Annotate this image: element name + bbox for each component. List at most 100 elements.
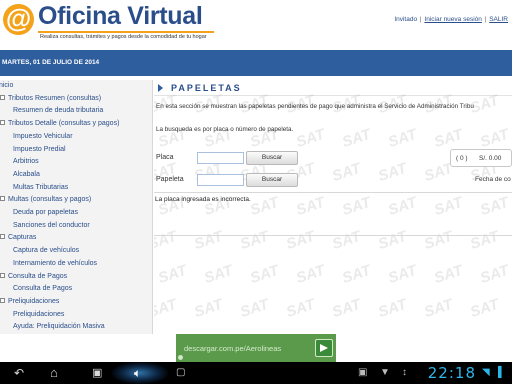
watermark-text: SAT (386, 261, 419, 288)
sidebar-item-label: Alcabala (13, 170, 40, 178)
watermark-text: SAT (284, 295, 317, 322)
sidebar-item-label: Preliquidaciones (13, 310, 65, 318)
sidebar-item[interactable]: Alcabala (13, 171, 40, 178)
watermark-text: SAT (386, 125, 419, 152)
sidebar-item[interactable]: Internamiento de vehículos (13, 260, 97, 267)
browser-viewport: @ Oficina Virtual Realiza consultas, trá… (0, 0, 512, 362)
watermark-text: SAT (468, 295, 501, 322)
tree-expander-icon[interactable] (0, 196, 5, 202)
papeleta-search-button[interactable]: Buscar (246, 173, 298, 187)
watermark-text: SAT (192, 295, 225, 322)
sidebar-item-label: Consulta de Pagos (8, 272, 68, 280)
sidebar-item[interactable]: Sanciones del conductor (13, 222, 90, 229)
papeleta-input[interactable] (197, 174, 244, 186)
watermark-text: SAT (248, 261, 281, 288)
tree-expander-icon[interactable] (0, 272, 5, 278)
site-title[interactable]: Oficina Virtual (38, 2, 203, 31)
home-icon[interactable]: ⌂ (50, 366, 58, 380)
debt-summary-box: ( 0 ) S/. 0.00 (450, 149, 512, 167)
watermark-text: SAT (238, 295, 271, 322)
sidebar-menu: Inicio Tributos Resumen (consultas) Resume… (0, 80, 153, 334)
tree-expander-icon[interactable] (0, 234, 5, 240)
sidebar-item[interactable]: Impuesto Vehicular (13, 133, 73, 140)
sidebar-item-label: Resumen de deuda tributaria (13, 107, 104, 115)
sidebar-item[interactable]: Impuesto Predial (13, 146, 66, 153)
watermark-text: SAT (376, 295, 409, 322)
download-icon: ▼ (380, 367, 390, 378)
placa-input[interactable] (197, 152, 244, 164)
ad-text[interactable]: descargar.com.pe/Aerolineas (184, 344, 281, 353)
screenshot-icon[interactable]: ▢ (176, 366, 185, 380)
papeleta-count: ( 0 ) (456, 155, 468, 162)
site-subtitle: Realiza consultas, trámites y pagos desd… (40, 34, 207, 40)
error-message: La placa ingresada es incorrecta. (155, 196, 251, 203)
sidebar-item-label: Preliquidaciones (8, 297, 60, 305)
system-navigation-bar: ↶ ⌂ ▣ 🔈︎ ▢ ▣ ▼ ↕ 22:18 ◥ ▌ (0, 362, 512, 384)
ad-banner[interactable]: descargar.com.pe/Aerolineas (176, 334, 336, 362)
sidebar-item[interactable]: Captura de vehículos (13, 247, 79, 254)
sidebar-item[interactable]: Multas Tributarias (13, 184, 68, 191)
watermark-text: SAT (478, 125, 511, 152)
back-icon[interactable]: ↶ (14, 366, 24, 380)
sidebar-item-label: Ayuda: Preliquidación Masiva (13, 323, 105, 331)
sidebar-item[interactable]: Capturas (0, 234, 36, 241)
ad-arrow-icon[interactable] (315, 339, 333, 357)
watermark-text: SAT (422, 295, 455, 322)
watermark-text: SAT (202, 261, 235, 288)
sidebar-item-label: Internamiento de vehículos (13, 259, 98, 267)
section-title: PAPELETAS (171, 83, 242, 93)
sidebar-item[interactable]: Multas (consultas y pagos) (0, 196, 91, 203)
watermark-text: SAT (294, 125, 327, 152)
logout-link[interactable]: SALIR (489, 16, 508, 23)
sidebar-item-label: Consulta de Pagos (13, 285, 73, 293)
watermark-text: SAT (156, 261, 189, 288)
logo-at-icon[interactable]: @ (3, 4, 34, 35)
search-hint: La busqueda es por placa o número de pap… (156, 126, 294, 133)
sidebar-item[interactable]: Preliquidaciones (13, 311, 64, 318)
sidebar-item[interactable]: Consulta de Pagos (13, 285, 72, 292)
logo-underline (38, 31, 214, 33)
fecha-label: Fecha de co (475, 176, 511, 183)
sidebar-item[interactable]: Tributos Resumen (consultas) (0, 94, 102, 102)
watermark-text: SAT (154, 295, 179, 322)
tree-expander-icon[interactable] (0, 297, 5, 303)
papeleta-label: Papeleta (156, 176, 184, 183)
placa-label: Placa (156, 154, 174, 161)
placa-search-button[interactable]: Buscar (246, 151, 298, 165)
ad-info-icon[interactable] (178, 355, 183, 360)
sidebar-item[interactable]: Preliquidaciones (0, 297, 60, 305)
recent-apps-icon[interactable]: ▣ (92, 366, 102, 380)
sidebar-item[interactable]: Inicio (0, 82, 13, 89)
sidebar-item[interactable]: Resumen de deuda tributaria (13, 107, 103, 114)
sidebar-item-label: Tributos Detalle (consultas y pagos) (8, 120, 120, 128)
sidebar-item-label: Capturas (8, 234, 37, 242)
watermark-text: SAT (432, 125, 465, 152)
wifi-icon: ◥ (482, 367, 490, 378)
sidebar-item-label: Inicio (0, 82, 14, 89)
intro-text: En esta sección se muestran las papeleta… (156, 103, 474, 110)
sidebar-item-label: Tributos Resumen (consultas) (8, 94, 102, 102)
sidebar-item-label: Impuesto Vehicular (13, 132, 73, 140)
sidebar-item-label: Deuda por papeletas (13, 209, 78, 216)
tree-expander-icon[interactable] (0, 94, 5, 100)
sidebar-item[interactable]: Arbitrios (13, 158, 39, 165)
watermark-text: SAT (330, 159, 363, 186)
main-content: PAPELETAS SAT SAT SAT SAT SAT SAT SAT SAT SAT SAT… (154, 80, 512, 334)
sidebar-item-label: Impuesto Predial (13, 145, 66, 153)
sidebar-item[interactable]: Tributos Detalle (consultas y pagos) (0, 120, 119, 127)
new-session-link[interactable]: Iniciar nueva sesión (424, 16, 481, 23)
section-header: PAPELETAS (154, 80, 512, 96)
results-area: La placa ingresada es incorrecta. (154, 192, 512, 236)
volume-icon[interactable]: 🔈︎ (134, 366, 141, 380)
sidebar-item-label: Multas Tributarias (13, 183, 69, 191)
site-header: @ Oficina Virtual Realiza consultas, trá… (0, 0, 512, 50)
watermark-text: SAT (340, 125, 373, 152)
tree-expander-icon[interactable] (0, 120, 5, 126)
sidebar-item[interactable]: Consulta de Pagos (0, 272, 68, 280)
gallery-icon: ▣ (358, 367, 368, 378)
watermark-text: SAT (376, 159, 409, 186)
watermark-text: SAT (478, 261, 511, 288)
sidebar-item[interactable]: Ayuda: Preliquidación Masiva (13, 323, 105, 330)
sidebar-item[interactable]: Deuda por papeletas (13, 209, 78, 216)
usb-icon: ↕ (402, 367, 407, 378)
